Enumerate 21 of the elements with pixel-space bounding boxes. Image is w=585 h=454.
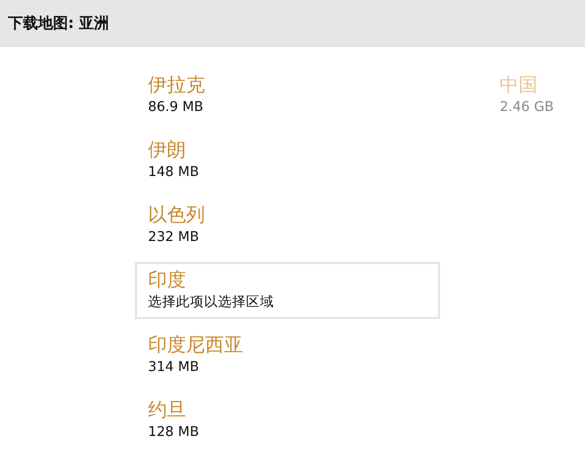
page-title: 下载地图: 亚洲 bbox=[8, 14, 110, 33]
region-name: 约旦 bbox=[148, 398, 187, 422]
region-name: 伊朗 bbox=[148, 138, 187, 162]
region-detail: 选择此项以选择区域 bbox=[148, 293, 275, 312]
region-item[interactable]: 伊朗 148 MB bbox=[135, 132, 440, 189]
region-item[interactable]: 印度尼西亚 314 MB bbox=[135, 327, 440, 384]
region-name: 中国 bbox=[500, 73, 539, 97]
region-name: 以色列 bbox=[148, 203, 206, 227]
region-detail: 314 MB bbox=[148, 358, 200, 377]
region-name: 伊拉克 bbox=[148, 73, 206, 97]
region-detail: 232 MB bbox=[148, 228, 200, 247]
region-detail: 148 MB bbox=[148, 163, 200, 182]
region-item[interactable]: 以色列 232 MB bbox=[135, 197, 440, 254]
region-item[interactable]: 伊拉克 86.9 MB bbox=[135, 67, 440, 124]
region-name: 印度尼西亚 bbox=[148, 333, 244, 357]
region-detail: 128 MB bbox=[148, 423, 200, 442]
region-name: 印度 bbox=[148, 268, 187, 292]
region-detail: 86.9 MB bbox=[148, 98, 204, 117]
region-item[interactable]: 印度 选择此项以选择区域 bbox=[135, 262, 440, 319]
region-detail: 2.46 GB bbox=[500, 98, 555, 117]
region-item[interactable]: 约旦 128 MB bbox=[135, 392, 440, 449]
